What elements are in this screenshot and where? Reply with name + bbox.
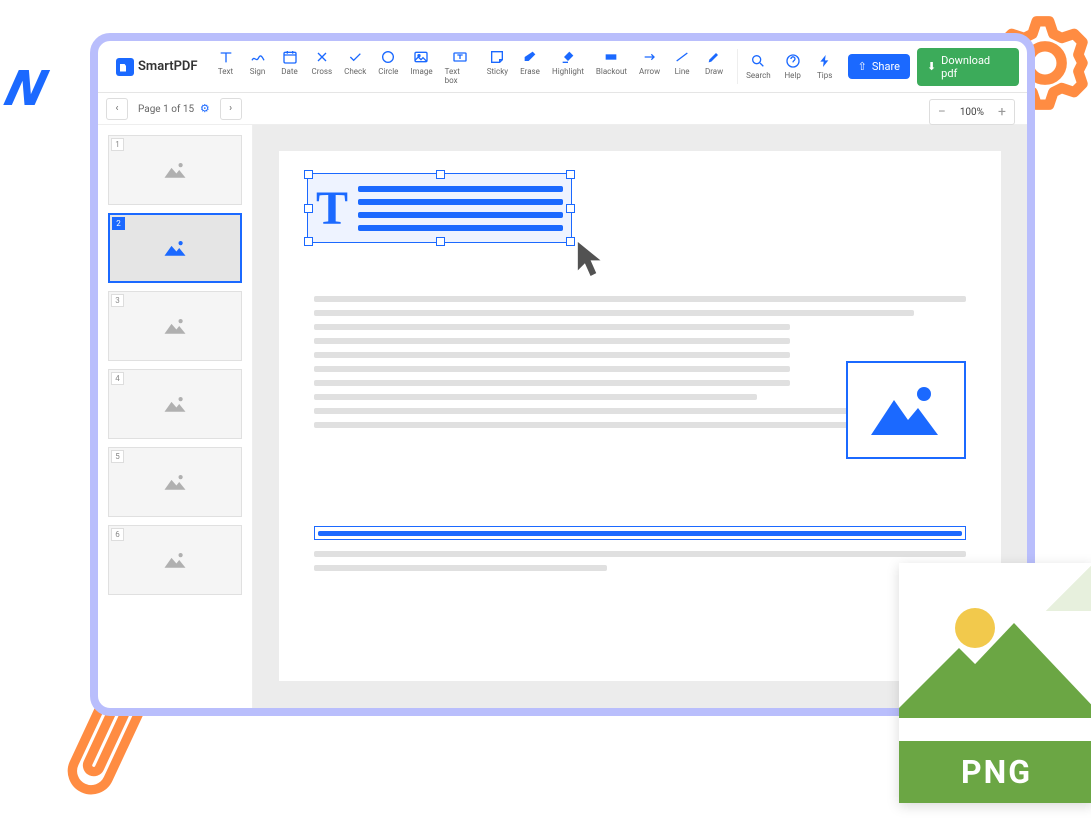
zoom-out-button[interactable]: − (930, 100, 954, 124)
erase-icon (522, 49, 538, 65)
png-file-icon: PNG (899, 563, 1091, 803)
thumbnail-number: 3 (111, 294, 124, 307)
cross-icon (314, 49, 330, 65)
selected-line[interactable] (314, 526, 966, 540)
image-placeholder[interactable] (846, 361, 966, 459)
sticky-icon (489, 49, 505, 65)
image-icon (413, 49, 429, 65)
date-icon (282, 49, 298, 65)
page-bar: ‹ Page 1 of 15 ⚙ › (98, 93, 1027, 125)
tool-cross[interactable]: Cross (306, 44, 339, 90)
tool-check[interactable]: Check (338, 44, 372, 90)
thumbnail[interactable]: 4 (108, 369, 242, 439)
zoom-in-button[interactable]: + (990, 100, 1014, 124)
resize-handle-bm[interactable] (436, 237, 445, 246)
resize-handle-br[interactable] (566, 237, 575, 246)
draw-icon (706, 49, 722, 65)
download-icon: ⬇ (927, 60, 936, 73)
text-lines (358, 186, 563, 231)
thumbnail[interactable]: 2 (108, 213, 242, 283)
tool-draw[interactable]: Draw (698, 44, 730, 90)
app-logo[interactable]: SmartPDF (106, 58, 208, 76)
tool-textbox[interactable]: Text box (439, 44, 481, 90)
tool-arrow[interactable]: Arrow (633, 44, 666, 90)
image-icon (161, 237, 189, 259)
tool-date[interactable]: Date (274, 44, 306, 90)
image-icon (161, 159, 189, 181)
blackout-icon (603, 49, 619, 65)
text-icon (218, 49, 234, 65)
resize-handle-tr[interactable] (566, 170, 575, 179)
app-window: SmartPDF TextSignDateCrossCheckCircleIma… (90, 33, 1035, 716)
tool-blackout[interactable]: Blackout (590, 44, 633, 90)
zoom-value: 100% (954, 107, 990, 118)
resize-handle-ml[interactable] (304, 204, 313, 213)
share-icon: ⇧ (858, 60, 867, 73)
dropcap-icon: T (316, 181, 348, 236)
highlight-icon (560, 49, 576, 65)
mountain-icon (899, 648, 1029, 718)
textbox-icon (452, 49, 468, 65)
thumbnail[interactable]: 3 (108, 291, 242, 361)
logo-icon (116, 58, 134, 76)
image-icon (161, 471, 189, 493)
arrow-icon (642, 49, 658, 65)
tool-image[interactable]: Image (404, 44, 438, 90)
help-icon (785, 53, 801, 69)
tool-circle[interactable]: Circle (372, 44, 404, 90)
image-icon (161, 549, 189, 571)
selected-text-block[interactable]: T (307, 173, 572, 243)
tool-sign[interactable]: Sign (242, 44, 274, 90)
check-icon (347, 49, 363, 65)
toolbar: SmartPDF TextSignDateCrossCheckCircleIma… (98, 41, 1027, 93)
thumbnail[interactable]: 1 (108, 135, 242, 205)
tool-line[interactable]: Line (666, 44, 698, 90)
resize-handle-tm[interactable] (436, 170, 445, 179)
tool-erase[interactable]: Erase (514, 44, 546, 90)
thumbnail[interactable]: 6 (108, 525, 242, 595)
decoration-bolt-icon: 𝙉 (0, 60, 55, 120)
resize-handle-mr[interactable] (566, 204, 575, 213)
circle-icon (380, 49, 396, 65)
download-button[interactable]: ⬇ Download pdf (917, 48, 1019, 86)
thumbnail[interactable]: 5 (108, 447, 242, 517)
sign-icon (250, 49, 266, 65)
line-icon (674, 49, 690, 65)
thumbnail-number: 2 (112, 217, 125, 230)
footer-text (314, 551, 966, 571)
png-label: PNG (899, 741, 1091, 803)
tips-icon (817, 53, 833, 69)
image-icon (161, 393, 189, 415)
resize-handle-tl[interactable] (304, 170, 313, 179)
zoom-control: − 100% + (929, 99, 1015, 125)
resize-handle-bl[interactable] (304, 237, 313, 246)
cursor-icon (575, 239, 609, 279)
thumbnail-number: 6 (111, 528, 124, 541)
tool-text[interactable]: Text (210, 44, 242, 90)
next-page-button[interactable]: › (220, 98, 242, 120)
tool-highlight[interactable]: Highlight (546, 44, 590, 90)
thumbnail-number: 1 (111, 138, 124, 151)
thumbnail-sidebar: 1 2 3 4 5 6 (98, 125, 253, 708)
tool-search[interactable]: Search (740, 48, 777, 85)
image-icon (161, 315, 189, 337)
thumbnail-number: 4 (111, 372, 124, 385)
thumbnail-number: 5 (111, 450, 124, 463)
page-indicator: Page 1 of 15 ⚙ (138, 102, 210, 115)
tool-tips[interactable]: Tips (809, 48, 841, 85)
share-button[interactable]: ⇧ Share (848, 54, 910, 79)
app-name: SmartPDF (138, 59, 198, 74)
prev-page-button[interactable]: ‹ (106, 98, 128, 120)
search-icon (750, 53, 766, 69)
document-page[interactable]: T (279, 151, 1001, 681)
settings-icon[interactable]: ⚙ (197, 102, 210, 115)
mountain-image-icon (866, 380, 946, 440)
tool-help[interactable]: Help (777, 48, 809, 85)
tool-sticky[interactable]: Sticky (481, 44, 514, 90)
